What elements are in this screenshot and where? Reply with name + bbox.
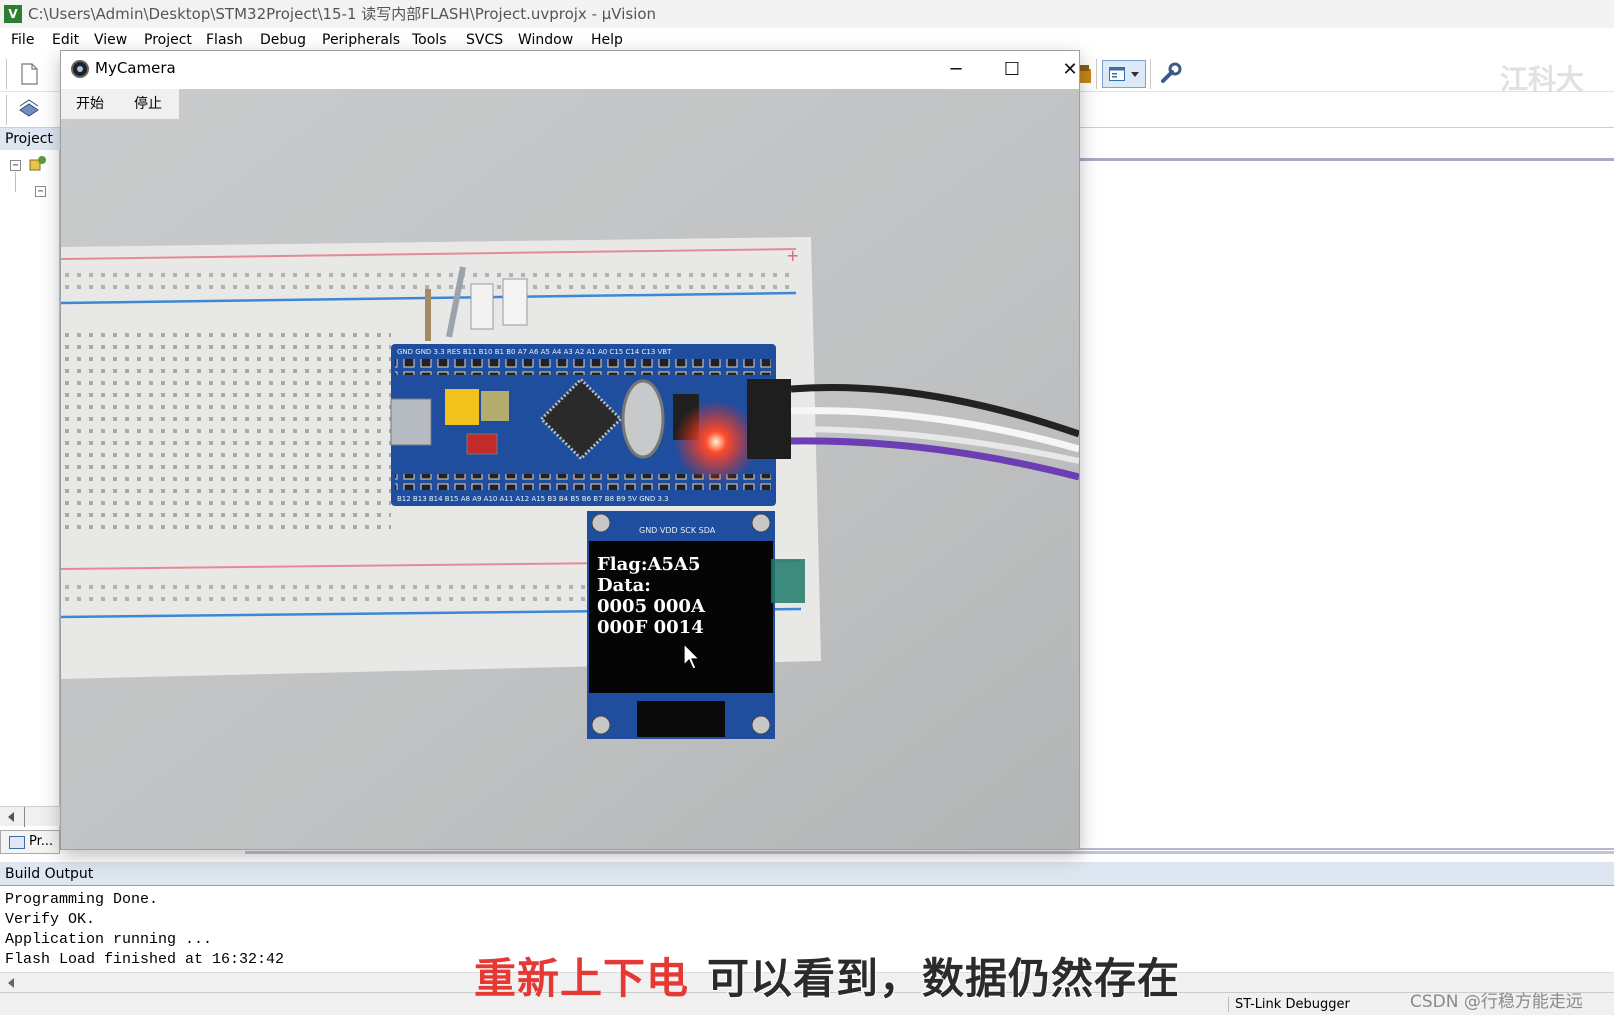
uvision-logo-icon: V: [4, 5, 22, 23]
translate-icon[interactable]: [16, 96, 42, 122]
menubar: File Edit View Project Flash Debug Perip…: [0, 28, 1614, 52]
scroll-left-icon[interactable]: [8, 812, 14, 822]
camera-window-title: MyCamera: [95, 59, 176, 77]
new-file-icon[interactable]: [16, 61, 42, 87]
scroll-left-icon[interactable]: [8, 978, 14, 988]
oled-line: Flag:A5A5: [597, 554, 701, 575]
project-pane: Project − −: [0, 128, 60, 854]
csdn-watermark: CSDN @行稳方能走远: [1410, 992, 1583, 1012]
debugger-status: ST-Link Debugger: [1228, 997, 1350, 1012]
maximize-button[interactable]: ☐: [989, 55, 1035, 85]
tree-connector: [15, 172, 16, 192]
project-pane-title: Project: [0, 128, 60, 150]
chevron-down-icon: [1131, 72, 1139, 77]
camera-toolbar: 开始 停止: [61, 89, 179, 119]
menu-peripherals[interactable]: Peripherals: [322, 32, 400, 48]
menu-debug[interactable]: Debug: [260, 32, 306, 48]
editor-area: [1080, 128, 1614, 850]
oled-line: 000F 0014: [597, 617, 704, 638]
oled-line: Data:: [597, 575, 651, 596]
window-titlebar: V C:\Users\Admin\Desktop\STM32Project\15…: [0, 0, 1614, 28]
mouse-cursor-icon: [683, 643, 701, 670]
header-bottom-label: B12 B13 B14 B15 A8 A9 A10 A11 A12 A15 B3…: [397, 495, 669, 503]
camera-feed: + GND GND 3.3 RES B11 B10 B1 B0 A7 A6 A5…: [61, 89, 1079, 849]
toolbar-grip: [6, 95, 7, 125]
window-title: C:\Users\Admin\Desktop\STM32Project\15-1…: [28, 5, 657, 23]
plus-rail-mark: +: [786, 246, 799, 265]
build-output-title: Build Output: [0, 862, 1614, 886]
oled-pin-label: GND VDD SCK SDA: [639, 526, 716, 535]
window-layout-dropdown[interactable]: [1102, 60, 1146, 88]
header-top-label: GND GND 3.3 RES B11 B10 B1 B0 A7 A6 A5 A…: [397, 348, 672, 356]
log-line: Verify OK.: [5, 911, 96, 928]
editor-divider: [1080, 158, 1614, 161]
camera-app-icon: [71, 60, 89, 78]
subtitle-dark: 可以看到，数据仍然存在: [706, 953, 1181, 1004]
toolbar-separator: [1096, 59, 1097, 89]
toolbar-grip: [6, 59, 7, 89]
scroll-divider: [24, 807, 25, 827]
video-subtitle: 重新上下电 可以看到，数据仍然存在: [474, 945, 1180, 1006]
log-line: Programming Done.: [5, 891, 159, 908]
stm32-board: GND GND 3.3 RES B11 B10 B1 B0 A7 A6 A5 A…: [390, 344, 776, 506]
close-button[interactable]: ✕: [1047, 55, 1093, 85]
tab-project[interactable]: Pr...: [0, 830, 60, 854]
menu-help[interactable]: Help: [591, 32, 623, 48]
build-output-log: Programming Done. Verify OK. Application r…: [5, 890, 284, 970]
tab-project-label: Pr...: [29, 834, 54, 849]
stop-button[interactable]: 停止: [119, 89, 177, 119]
camera-window: MyCamera ─ ☐ ✕ + GND GND 3.3 RES B11 B10…: [60, 50, 1080, 850]
camera-titlebar[interactable]: MyCamera ─ ☐ ✕: [61, 51, 1079, 89]
minimize-button[interactable]: ─: [933, 55, 979, 85]
start-button[interactable]: 开始: [61, 89, 119, 119]
pane-splitter[interactable]: [245, 851, 1614, 854]
menu-flash[interactable]: Flash: [206, 32, 243, 48]
subtitle-red: 重新上下电: [474, 954, 690, 1003]
tree-collapse-toggle[interactable]: −: [35, 186, 46, 197]
project-tab-icon: [9, 836, 25, 849]
log-line: Application running ...: [5, 931, 213, 948]
menu-file[interactable]: File: [11, 32, 34, 48]
menu-svcs[interactable]: SVCS: [466, 32, 503, 48]
tree-collapse-toggle[interactable]: −: [10, 160, 21, 171]
project-root-icon: [29, 156, 46, 171]
editor-hscroll-track: [1080, 848, 1614, 850]
log-line: Flash Load finished at 16:32:42: [5, 951, 285, 968]
menu-window[interactable]: Window: [518, 32, 573, 48]
oled-module: GND VDD SCK SDA Flag:A5A5 Data: 0005 000…: [587, 511, 775, 739]
menu-view[interactable]: View: [94, 32, 127, 48]
menu-edit[interactable]: Edit: [52, 32, 79, 48]
window-layout-icon: [1109, 67, 1125, 81]
project-hscrollbar[interactable]: [0, 806, 60, 827]
menu-tools[interactable]: Tools: [412, 32, 447, 48]
wrench-icon[interactable]: [1158, 61, 1184, 87]
menu-project[interactable]: Project: [144, 32, 192, 48]
toolbar-separator: [1150, 59, 1151, 89]
power-led: [674, 400, 758, 484]
corner-watermark: 江科大: [1500, 63, 1585, 96]
oled-line: 0005 000A: [597, 596, 706, 617]
